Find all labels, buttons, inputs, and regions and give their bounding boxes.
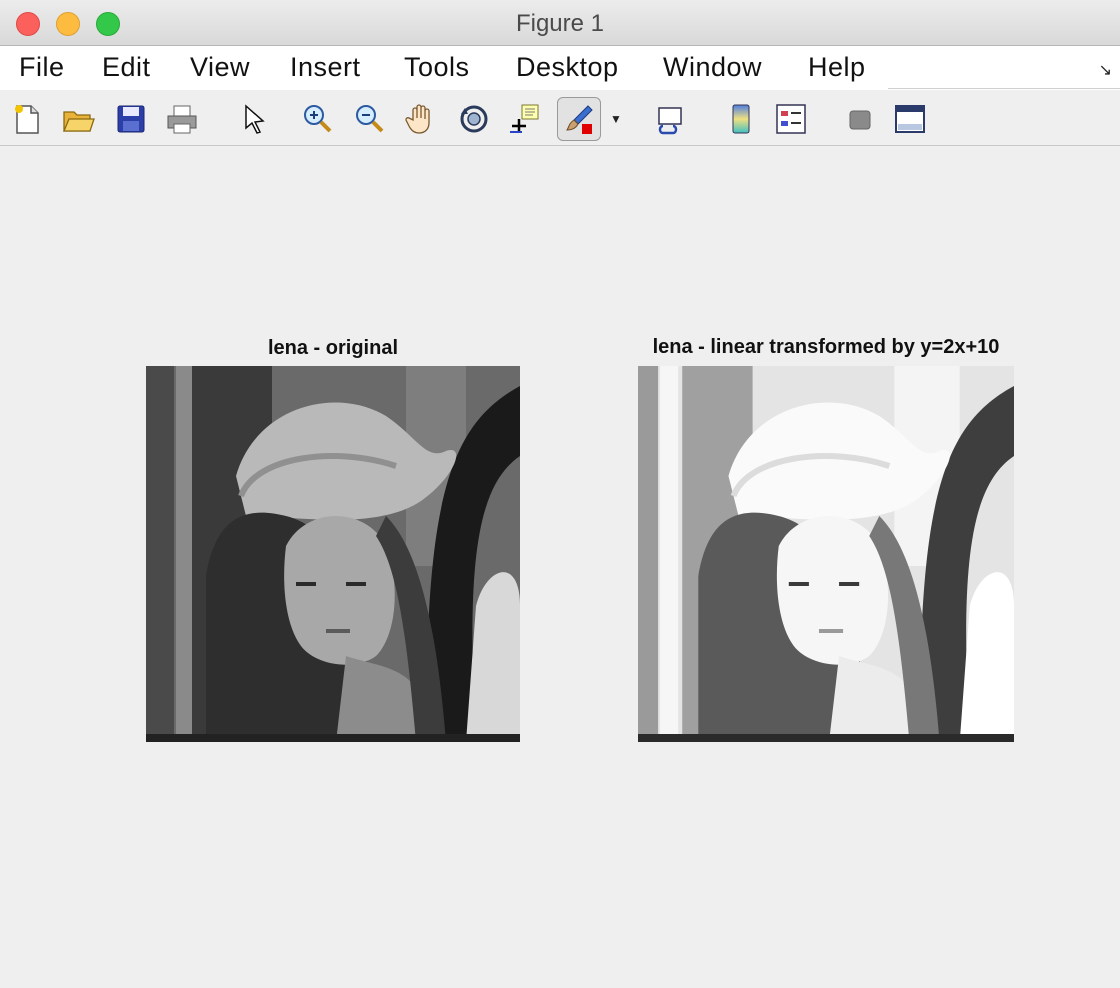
legend-icon[interactable] bbox=[774, 102, 808, 136]
menu-window[interactable]: Window bbox=[663, 52, 762, 83]
dock-figure-icon[interactable]: ↘ bbox=[1099, 60, 1112, 80]
menu-insert[interactable]: Insert bbox=[290, 52, 361, 83]
open-file-icon[interactable] bbox=[61, 102, 95, 136]
link-plot-icon[interactable] bbox=[654, 102, 688, 136]
colorbar-icon[interactable] bbox=[724, 102, 758, 136]
save-icon[interactable] bbox=[114, 102, 148, 136]
rotate-3d-icon[interactable] bbox=[457, 102, 491, 136]
figure-toolbar: ▼ bbox=[0, 90, 1120, 146]
menu-view[interactable]: View bbox=[190, 52, 250, 83]
axes-title-original: lena - original bbox=[267, 337, 399, 359]
brush-dropdown-icon[interactable]: ▼ bbox=[610, 112, 622, 126]
print-icon[interactable] bbox=[165, 102, 199, 136]
menu-help[interactable]: Help bbox=[808, 52, 866, 83]
menu-bar: File Edit View Insert Tools Desktop Wind… bbox=[0, 46, 1120, 90]
pan-hand-icon[interactable] bbox=[404, 102, 438, 136]
axes-title-transformed: lena - linear transformed by y=2x+10 bbox=[652, 336, 1000, 358]
menu-desktop[interactable]: Desktop bbox=[516, 52, 619, 83]
pointer-icon[interactable] bbox=[238, 102, 272, 136]
hide-plot-tools-icon[interactable] bbox=[843, 102, 877, 136]
zoom-in-icon[interactable] bbox=[300, 102, 334, 136]
brush-icon[interactable] bbox=[557, 97, 601, 141]
lena-original-image bbox=[146, 366, 520, 742]
window-title: Figure 1 bbox=[515, 10, 605, 37]
menu-tools[interactable]: Tools bbox=[404, 52, 470, 83]
new-figure-icon[interactable] bbox=[10, 102, 44, 136]
lena-transformed-image bbox=[638, 366, 1014, 742]
zoom-out-icon[interactable] bbox=[352, 102, 386, 136]
data-cursor-icon[interactable] bbox=[508, 102, 542, 136]
show-plot-tools-icon[interactable] bbox=[893, 102, 927, 136]
window-titlebar: Figure 1 bbox=[0, 0, 1120, 46]
menu-file[interactable]: File bbox=[19, 52, 65, 83]
menu-edit[interactable]: Edit bbox=[102, 52, 151, 83]
menu-separator bbox=[888, 88, 1120, 89]
